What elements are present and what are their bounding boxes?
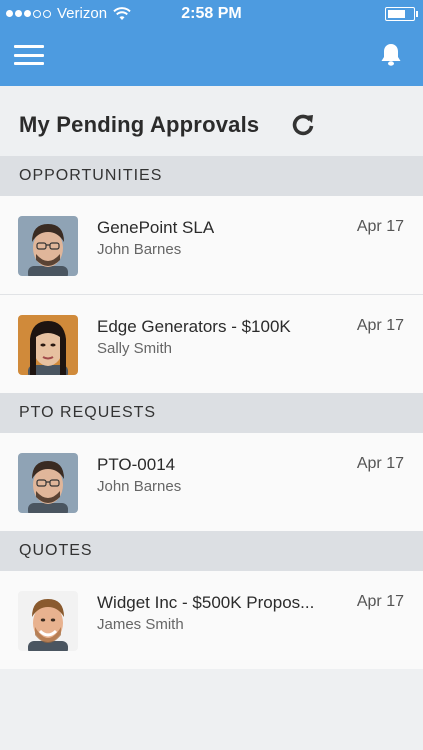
avatar bbox=[18, 591, 78, 651]
approval-title: Edge Generators - $100K bbox=[97, 317, 291, 336]
section-list: GenePoint SLA John Barnes Apr 17 Edge Gener… bbox=[0, 196, 423, 393]
menu-line bbox=[14, 53, 44, 57]
approval-date: Apr 17 bbox=[356, 455, 404, 472]
avatar bbox=[18, 453, 78, 513]
bell-icon[interactable] bbox=[379, 42, 403, 68]
approval-date: Apr 17 bbox=[356, 317, 404, 334]
page-title: My Pending Approvals bbox=[19, 112, 260, 137]
section-header: PTO REQUESTS bbox=[0, 393, 423, 433]
approvals-list: OPPORTUNITIES GenePoint SLA John Barnes Apr… bbox=[0, 156, 423, 669]
avatar bbox=[18, 216, 78, 276]
nav-bar bbox=[0, 28, 423, 86]
approval-title: PTO-0014 bbox=[97, 455, 176, 474]
section-list: Widget Inc - $500K Propos... James Smith A… bbox=[0, 571, 423, 669]
approval-item[interactable]: Edge Generators - $100K Sally Smith Apr 17 bbox=[0, 295, 423, 393]
menu-line bbox=[14, 45, 44, 48]
approval-date: Apr 17 bbox=[356, 218, 404, 235]
page-header: My Pending Approvals bbox=[0, 86, 423, 156]
approval-item[interactable]: Widget Inc - $500K Propos... James Smith A… bbox=[0, 571, 423, 669]
approval-title: GenePoint SLA bbox=[97, 218, 215, 237]
refresh-icon[interactable] bbox=[290, 112, 316, 138]
approval-requester: James Smith bbox=[97, 616, 184, 633]
battery-level bbox=[388, 10, 406, 18]
avatar bbox=[18, 315, 78, 375]
approval-item[interactable]: GenePoint SLA John Barnes Apr 17 bbox=[0, 196, 423, 295]
approval-requester: John Barnes bbox=[97, 478, 182, 495]
hamburger-menu-icon[interactable] bbox=[14, 42, 44, 68]
clock: 2:58 PM bbox=[181, 5, 242, 22]
status-bar: Verizon 2:58 PM bbox=[0, 0, 423, 28]
section-header: OPPORTUNITIES bbox=[0, 156, 423, 196]
header-bar: Verizon 2:58 PM bbox=[0, 0, 423, 86]
approval-requester: Sally Smith bbox=[97, 340, 173, 357]
approval-date: Apr 17 bbox=[356, 593, 404, 610]
approval-title: Widget Inc - $500K Propos... bbox=[97, 593, 315, 612]
menu-line bbox=[14, 62, 44, 65]
section-header: QUOTES bbox=[0, 531, 423, 571]
battery-icon bbox=[385, 7, 418, 21]
approval-requester: John Barnes bbox=[97, 241, 182, 258]
section-list: PTO-0014 John Barnes Apr 17 bbox=[0, 433, 423, 531]
approval-item[interactable]: PTO-0014 John Barnes Apr 17 bbox=[0, 433, 423, 531]
